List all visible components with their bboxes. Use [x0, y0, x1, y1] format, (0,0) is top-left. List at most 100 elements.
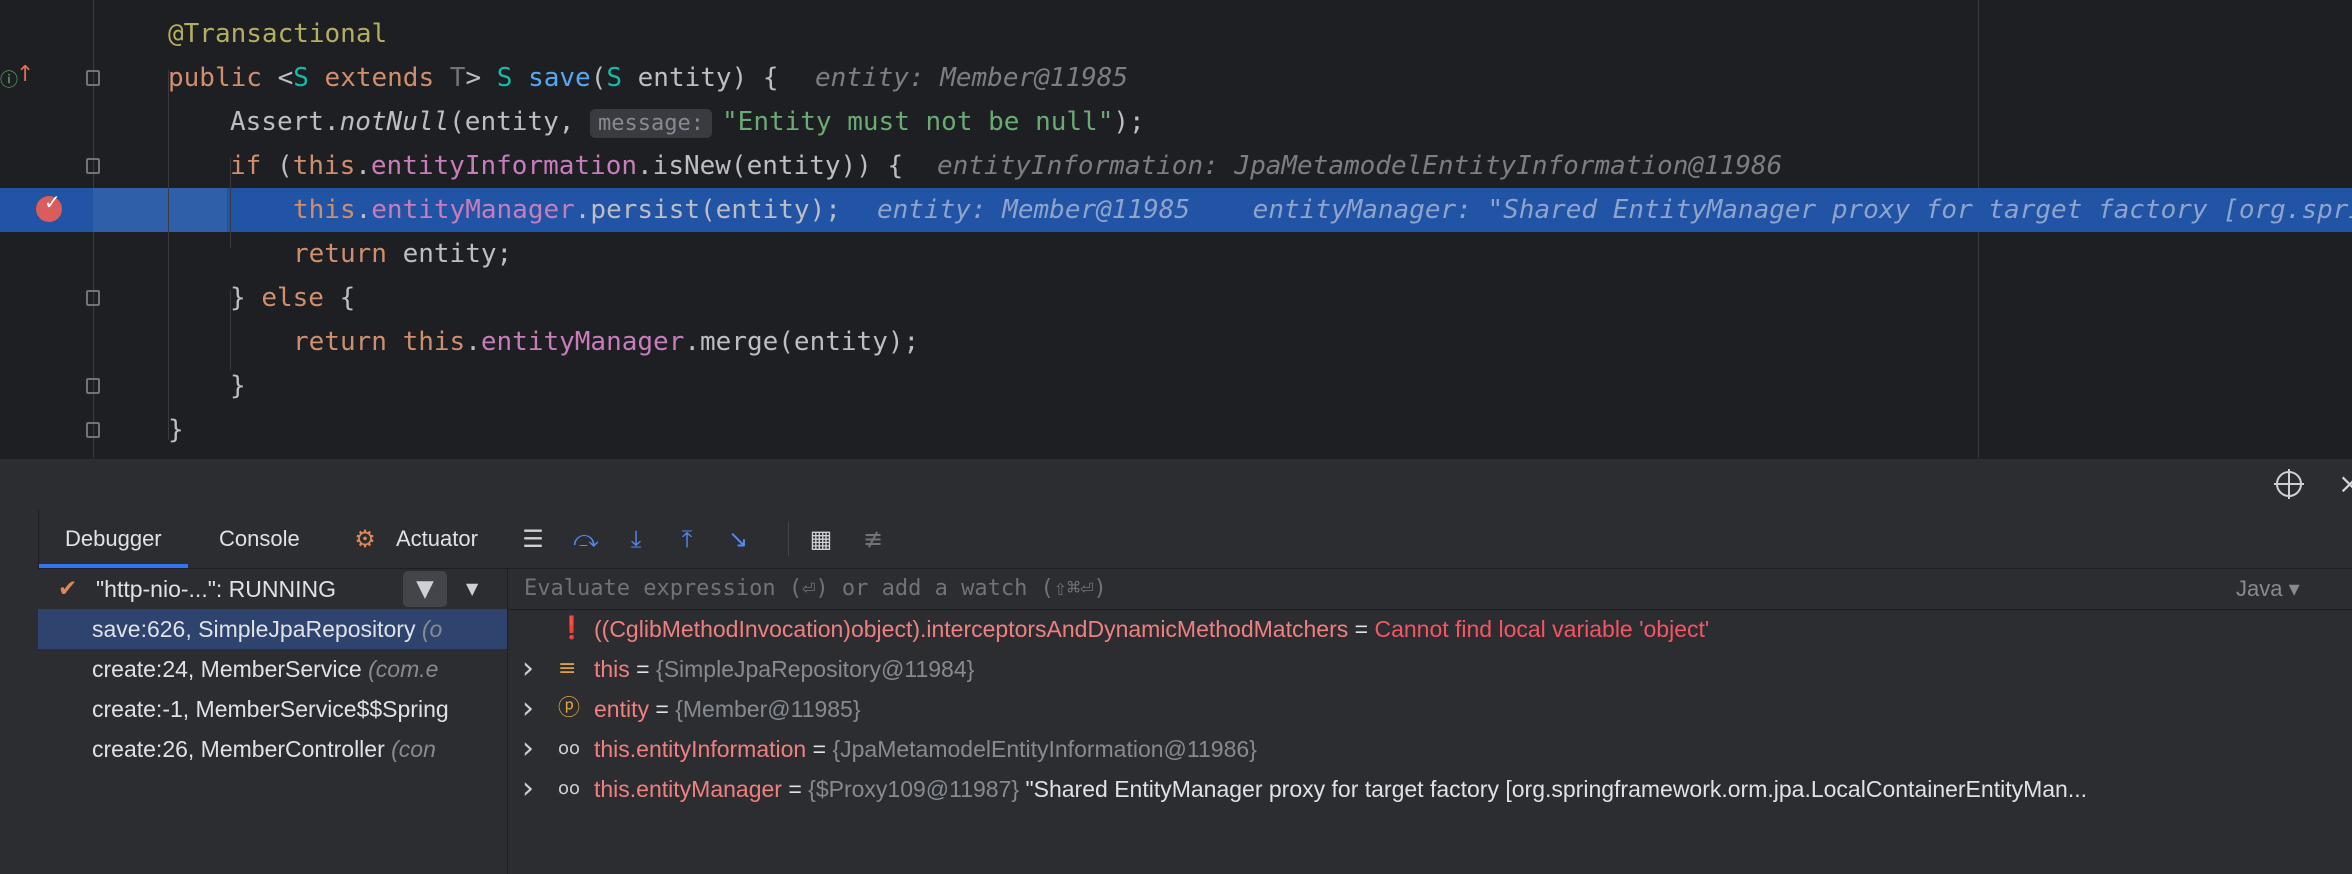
fold-marker-icon[interactable] [86, 378, 100, 394]
code-token: notNull [339, 107, 450, 137]
code-token: this [293, 195, 356, 225]
equals-sign: = [648, 696, 676, 722]
code-token: ( [590, 63, 607, 93]
chevron-down-icon[interactable]: ▼ [466, 569, 478, 609]
code-token: entityManager [371, 195, 575, 225]
current-line-gutter [93, 188, 227, 232]
error-icon: ❗ [558, 616, 586, 641]
variable-value: {JpaMetamodelEntityInformation@11986} [832, 736, 1257, 762]
run-to-cursor-icon[interactable]: ↘ [723, 524, 753, 554]
fold-marker-icon[interactable] [86, 290, 100, 306]
thread-selector[interactable]: ✔ "http-nio-...": RUNNING ▼ ▼ [38, 569, 507, 609]
code-editor[interactable]: ⓘ ↑ @Transactional public <S extends T> S… [0, 0, 2352, 458]
code-token: this [402, 327, 466, 357]
code-line[interactable]: } else { [0, 276, 2352, 320]
code-line[interactable]: return this.entityManager.merge(entity); [0, 320, 2352, 364]
stack-frame-row[interactable]: create:24, MemberService (com.e [38, 649, 507, 689]
variable-row[interactable]: ❗ ((CglibMethodInvocation)object).interce… [508, 609, 2352, 649]
frame-method: create:26, MemberController (con [92, 736, 436, 762]
code-token: . [355, 151, 371, 181]
stack-frame-row[interactable]: save:626, SimpleJpaRepository (o [38, 609, 507, 649]
toolbar-separator [788, 522, 789, 556]
frame-package: (o [415, 616, 443, 642]
fold-marker-icon[interactable] [86, 422, 100, 438]
evaluate-placeholder: Evaluate expression (⏎) or add a watch (… [524, 576, 1107, 601]
target-icon[interactable] [2274, 469, 2304, 499]
code-token: entityInformation [370, 151, 638, 181]
frame-package: (com.e [361, 656, 439, 682]
frame-method: create:-1, MemberService$$Spring [92, 696, 449, 722]
variables-panel: Evaluate expression (⏎) or add a watch (… [508, 569, 2352, 874]
fold-marker-icon[interactable] [86, 70, 100, 86]
code-text: if (this.entityInformation.isNew(entity)… [230, 144, 903, 188]
filter-icon[interactable]: ▼ [403, 571, 447, 607]
tab-debugger[interactable]: Debugger [39, 510, 188, 568]
code-text: return this.entityManager.merge(entity); [293, 320, 919, 364]
equals-sign: = [1348, 616, 1375, 642]
variable-row[interactable]: › ≡ this = {SimpleJpaRepository@11984} [508, 649, 2352, 689]
code-token: @Transactional [168, 19, 388, 49]
variable-value: {SimpleJpaRepository@11984} [656, 656, 975, 682]
code-line[interactable]: } [0, 364, 2352, 408]
code-token: ( [276, 151, 293, 181]
variable-name: this [594, 656, 630, 682]
inline-debug-value: entity: Member@11985 [815, 63, 1129, 93]
actuator-icon: ⚙ [354, 525, 376, 553]
step-into-icon[interactable]: ⤓ [621, 524, 651, 554]
stack-frame-row[interactable]: create:-1, MemberService$$Spring [38, 689, 507, 729]
code-token: < [277, 63, 294, 93]
code-line[interactable]: this.entityManager.persist(entity); entit… [0, 188, 2352, 232]
tab-console[interactable]: Console [219, 510, 300, 568]
variable-name: ((CglibMethodInvocation)object).intercep… [594, 616, 1349, 642]
code-text: this.entityManager.persist(entity); [293, 188, 841, 232]
code-token: . [355, 195, 372, 225]
code-line[interactable]: if (this.entityInformation.isNew(entity)… [0, 144, 2352, 188]
code-token: } [230, 371, 246, 401]
equals-sign: = [629, 656, 657, 682]
step-out-icon[interactable]: ⤒ [672, 524, 702, 554]
code-token: { [339, 283, 356, 313]
variable-text: this.entityInformation = {JpaMetamodelEn… [594, 729, 1257, 769]
variable-row[interactable]: › oo this.entityInformation = {JpaMetamode… [508, 729, 2352, 769]
close-icon[interactable]: × [2338, 467, 2352, 500]
variable-name: this.entityManager [594, 776, 782, 802]
step-over-icon[interactable]: ⤼ [571, 524, 601, 554]
check-icon: ✔ [58, 576, 78, 602]
variable-row[interactable]: › ⓟ entity = {Member@11985} [508, 689, 2352, 729]
evaluate-calculator-icon[interactable]: ▦ [806, 524, 836, 554]
inline-debug-value: entity: Member@11985 entityManager: "Sha… [877, 195, 2352, 225]
code-token: (entity, [449, 107, 591, 137]
variable-value: Cannot find local variable 'object' [1374, 616, 1710, 642]
tab-actuator[interactable]: Actuator [396, 510, 478, 568]
code-token: else [261, 283, 340, 313]
code-line[interactable]: public <S extends T> S save(S entity) {e… [0, 56, 2352, 100]
watch-glasses-icon: oo [558, 738, 581, 759]
code-token: extends [308, 63, 450, 93]
indent-guide [230, 290, 231, 370]
code-text: @Transactional [168, 12, 387, 56]
code-token: > [465, 63, 497, 93]
chevron-right-icon[interactable]: › [522, 689, 534, 729]
frames-panel: ✔ "http-nio-...": RUNNING ▼ ▼ save:626, … [38, 569, 508, 874]
code-token: public [168, 63, 278, 93]
stack-frame-row[interactable]: create:26, MemberController (con [38, 729, 507, 769]
chevron-right-icon[interactable]: › [522, 649, 534, 689]
code-token: ); [1113, 107, 1145, 137]
chevron-right-icon[interactable]: › [522, 729, 534, 769]
code-line[interactable]: Assert.notNull(entity, message: "Entity m… [0, 100, 2352, 144]
language-selector[interactable]: Java ▾ [2236, 569, 2300, 609]
code-line[interactable]: return entity; [0, 232, 2352, 276]
trace-icon[interactable]: ≢ [858, 524, 888, 554]
code-line[interactable]: } [0, 408, 2352, 452]
chevron-right-icon[interactable]: › [522, 769, 534, 809]
code-token: T [449, 63, 466, 93]
parameter-icon: ⓟ [558, 696, 581, 721]
code-line[interactable]: @Transactional [0, 12, 2352, 56]
equals-sign: = [781, 776, 809, 802]
code-token: entity; [402, 239, 513, 269]
evaluate-expression-input[interactable]: Evaluate expression (⏎) or add a watch (… [508, 569, 2352, 610]
layout-menu-icon[interactable]: ☰ [518, 524, 548, 554]
fold-marker-icon[interactable] [86, 158, 100, 174]
variable-row[interactable]: › oo this.entityManager = {$Proxy109@11987… [508, 769, 2352, 809]
